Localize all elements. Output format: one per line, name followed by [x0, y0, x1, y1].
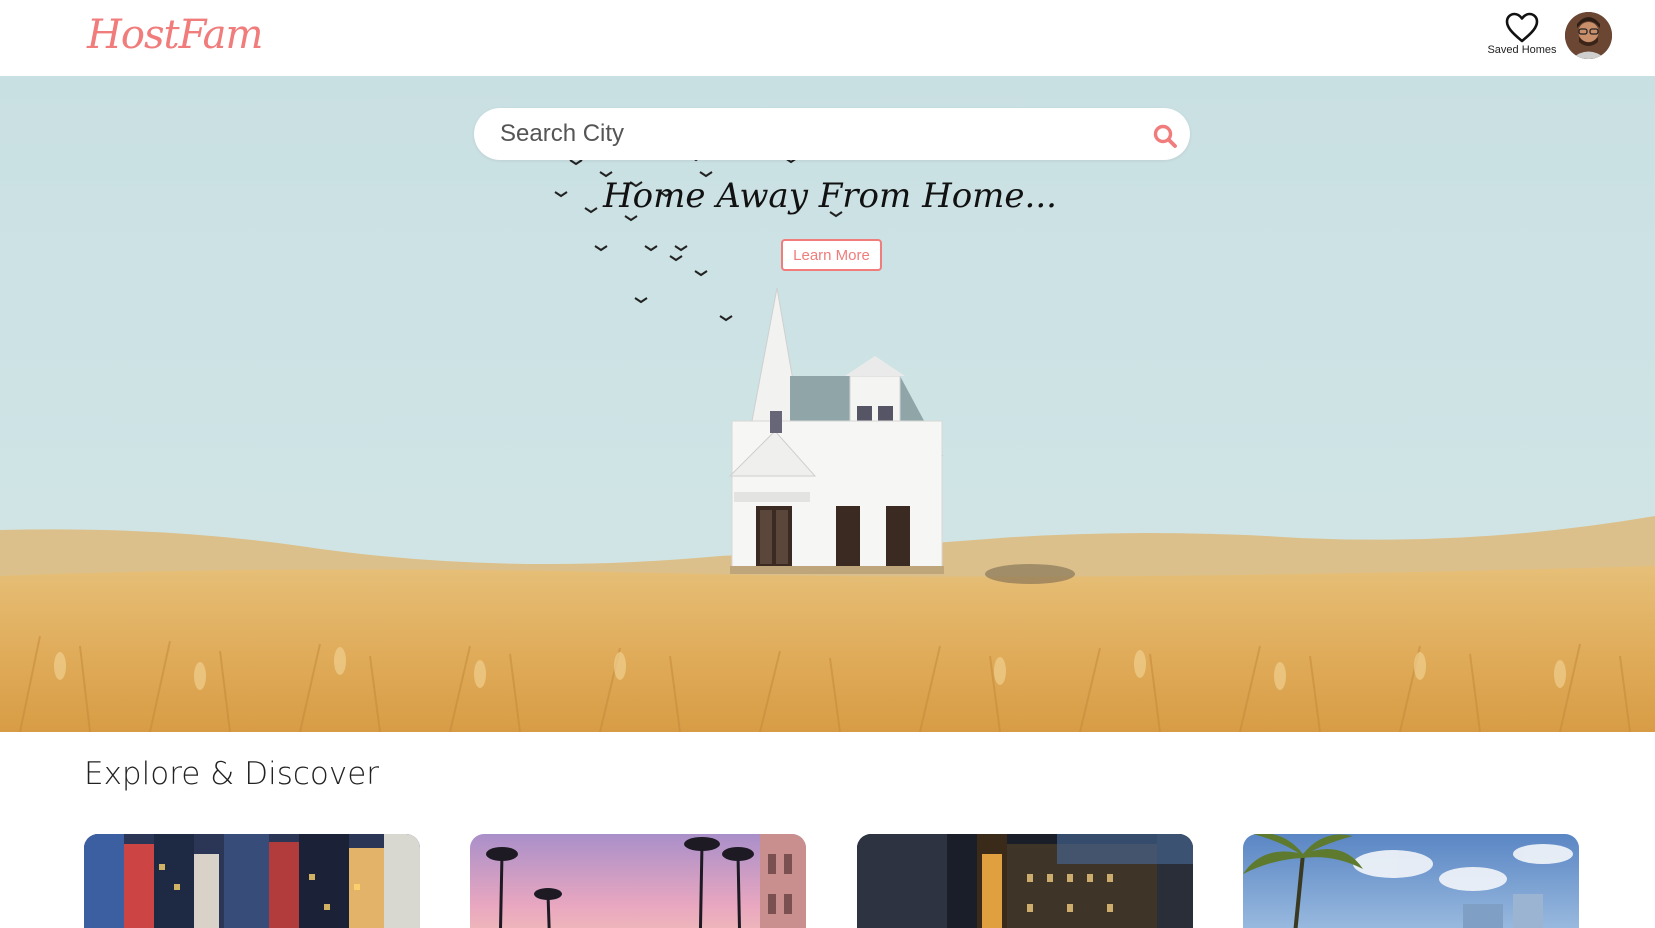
search-bar	[474, 108, 1190, 160]
explore-heading: Explore & Discover	[84, 756, 380, 792]
city-card-image	[1243, 834, 1579, 928]
hero-tagline: Home Away From Home...	[603, 176, 1057, 216]
search-icon[interactable]	[1152, 123, 1178, 149]
city-card-times-square[interactable]	[84, 834, 420, 928]
city-card-image	[857, 834, 1193, 928]
city-card-image	[470, 834, 806, 928]
saved-homes-label: Saved Homes	[1487, 44, 1557, 56]
city-card-palm-beach[interactable]	[1243, 834, 1579, 928]
top-nav: HostFam Saved Homes	[0, 0, 1655, 76]
learn-more-button[interactable]: Learn More	[781, 239, 882, 271]
user-avatar[interactable]	[1565, 12, 1612, 59]
city-card-image	[84, 834, 420, 928]
site-logo[interactable]: HostFam	[87, 12, 263, 58]
search-input[interactable]	[500, 118, 1100, 150]
hero-background-image	[0, 76, 1655, 732]
heart-icon	[1505, 12, 1539, 43]
city-card-theater[interactable]	[857, 834, 1193, 928]
saved-homes-button[interactable]: Saved Homes	[1480, 12, 1564, 56]
city-card-palm-street[interactable]	[470, 834, 806, 928]
hero-banner: Home Away From Home... Learn More	[0, 76, 1655, 732]
